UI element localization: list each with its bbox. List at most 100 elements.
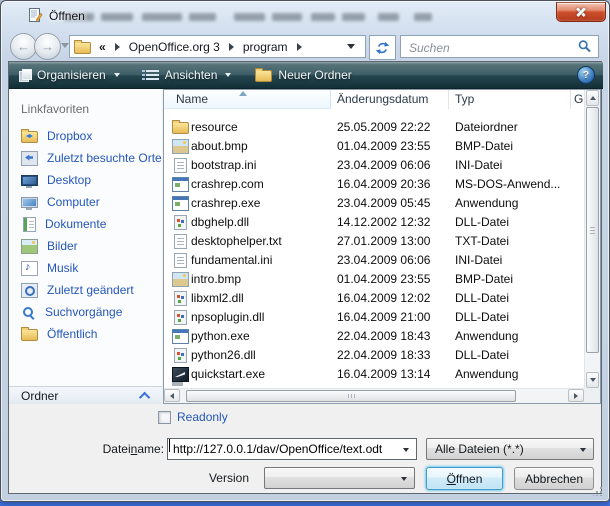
file-type-icon <box>174 348 187 363</box>
file-row[interactable]: crashrep.exe 23.04.2009 05:45 Anwendung <box>164 194 583 213</box>
sidebar-item-label: Zuletzt besuchte Orte <box>47 151 162 165</box>
column-header-type[interactable]: Typ <box>449 90 571 109</box>
search-box <box>400 35 599 58</box>
background-app-menu-blur <box>378 13 399 21</box>
filetype-combobox[interactable]: Alle Dateien (*.*) <box>426 438 594 460</box>
file-type-icon <box>172 177 189 192</box>
filename-combobox[interactable]: http://127.0.0.1/dav/OpenOffice/text.odt <box>167 438 417 460</box>
dropdown-arrow-icon <box>401 477 407 481</box>
search-input[interactable] <box>407 38 571 57</box>
vertical-scrollbar-thumb[interactable] <box>586 107 599 353</box>
address-breadcrumb-bar[interactable]: « OpenOffice.org 3 program <box>69 35 366 58</box>
new-folder-button[interactable]: Neuer Ordner <box>255 68 351 82</box>
breadcrumb-separator-icon <box>115 43 120 51</box>
refresh-icon <box>375 41 390 55</box>
version-combobox[interactable] <box>264 467 415 489</box>
folder-icon <box>74 42 91 54</box>
horizontal-scrollbar[interactable] <box>164 388 584 403</box>
sidebar-item[interactable]: Desktop <box>9 169 162 191</box>
file-row[interactable]: python.exe 22.04.2009 18:43 Anwendung <box>164 327 583 346</box>
column-header-date[interactable]: Änderungsdatum <box>331 90 449 109</box>
titlebar[interactable]: Öffnen <box>1 1 609 30</box>
refresh-button[interactable] <box>369 35 396 60</box>
sidebar-item[interactable]: Öffentlich <box>9 323 162 345</box>
dropdown-arrow-icon[interactable] <box>403 448 409 452</box>
scroll-down-button[interactable] <box>586 372 599 388</box>
sidebar-item-label: Zuletzt geändert <box>47 283 134 297</box>
file-row[interactable]: bootstrap.ini 23.04.2009 06:06 INI-Datei <box>164 156 583 175</box>
forward-button[interactable]: → <box>34 33 61 60</box>
resize-grip[interactable] <box>593 487 602 496</box>
file-row[interactable]: libxml2.dll 16.04.2009 12:02 DLL-Datei <box>164 289 583 308</box>
close-button[interactable] <box>556 2 606 22</box>
breadcrumb-item[interactable]: OpenOffice.org 3 <box>129 40 220 54</box>
help-icon: ? <box>583 70 589 81</box>
readonly-checkbox[interactable] <box>158 411 171 424</box>
horizontal-scrollbar-thumb[interactable] <box>186 390 516 402</box>
file-name: desktophelper.txt <box>191 234 282 248</box>
open-button[interactable]: Öffnen <box>426 467 503 490</box>
sidebar-item[interactable]: Dropbox <box>9 125 162 147</box>
recent-pages-dropdown-icon[interactable] <box>61 43 69 48</box>
help-button[interactable]: ? <box>577 66 595 84</box>
file-list-panel: Name Änderungsdatum Typ G resource 25.05… <box>163 89 601 404</box>
scroll-right-button[interactable] <box>568 389 584 402</box>
scroll-left-button[interactable] <box>164 389 180 402</box>
file-type-icon <box>172 367 189 382</box>
breadcrumb-overflow-chevron[interactable]: « <box>99 40 106 54</box>
file-type-icon <box>172 139 189 154</box>
column-header-size[interactable]: G <box>571 90 584 109</box>
file-modified-date: 01.04.2009 23:55 <box>337 272 430 286</box>
sidebar-item[interactable]: Zuletzt besuchte Orte <box>9 147 162 169</box>
file-modified-date: 22.04.2009 18:43 <box>337 329 430 343</box>
file-row[interactable]: python26.dll 22.04.2009 18:33 DLL-Datei <box>164 346 583 365</box>
file-row[interactable]: crashrep.com 16.04.2009 20:36 MS-DOS-Anw… <box>164 175 583 194</box>
sidebar-item-label: Computer <box>47 195 100 209</box>
partially-visible-row <box>172 382 183 386</box>
organize-button[interactable]: Organisieren <box>19 68 120 82</box>
back-button[interactable]: ← <box>10 33 37 60</box>
sidebar-item-icon <box>21 329 38 341</box>
file-row[interactable]: about.bmp 01.04.2009 23:55 BMP-Datei <box>164 137 583 156</box>
sidebar-item[interactable]: Computer <box>9 191 162 213</box>
folders-label: Ordner <box>21 389 58 403</box>
file-row[interactable]: intro.bmp 01.04.2009 23:55 BMP-Datei <box>164 270 583 289</box>
sidebar-item[interactable]: Bilder <box>9 235 162 257</box>
sidebar-item[interactable]: Musik <box>9 257 162 279</box>
folders-expander[interactable]: Ordner <box>9 386 162 404</box>
file-row[interactable]: desktophelper.txt 27.01.2009 13:00 TXT-D… <box>164 232 583 251</box>
file-name: resource <box>191 120 238 134</box>
file-modified-date: 23.04.2009 05:45 <box>337 196 430 210</box>
search-icon[interactable] <box>577 39 593 55</box>
breadcrumb-item[interactable]: program <box>243 40 288 54</box>
views-button[interactable]: Ansichten <box>146 68 232 82</box>
file-type-icon <box>174 234 187 249</box>
breadcrumb-separator-icon[interactable] <box>297 43 302 51</box>
dropdown-arrow-icon <box>580 448 586 452</box>
sidebar-item[interactable]: Dokumente <box>9 213 162 235</box>
file-type-icon <box>174 253 187 268</box>
file-type-icon <box>172 122 189 134</box>
address-dropdown-icon[interactable] <box>347 44 355 49</box>
sidebar-item-icon <box>21 239 38 254</box>
cancel-button[interactable]: Abbrechen <box>514 467 594 490</box>
sidebar-item-label: Bilder <box>47 239 78 253</box>
file-row[interactable]: fundamental.ini 23.04.2009 06:06 INI-Dat… <box>164 251 583 270</box>
column-header-name[interactable]: Name <box>164 90 331 109</box>
new-folder-label: Neuer Ordner <box>278 68 351 82</box>
file-row[interactable]: dbghelp.dll 14.12.2002 12:32 DLL-Datei <box>164 213 583 232</box>
file-type: DLL-Datei <box>455 215 509 229</box>
file-row[interactable]: resource 25.05.2009 22:22 Dateiordner <box>164 118 583 137</box>
file-modified-date: 23.04.2009 06:06 <box>337 253 430 267</box>
file-row[interactable]: quickstart.exe 16.04.2009 13:14 Anwendun… <box>164 365 583 384</box>
vertical-scrollbar[interactable] <box>584 90 600 388</box>
file-row[interactable]: npsoplugin.dll 16.04.2009 21:00 DLL-Date… <box>164 308 583 327</box>
filename-value[interactable]: http://127.0.0.1/dav/OpenOffice/text.odt <box>173 442 382 456</box>
breadcrumb-separator-icon[interactable] <box>229 43 234 51</box>
arrow-down-icon <box>590 378 596 382</box>
sidebar-item-icon <box>21 151 38 166</box>
sidebar-item[interactable]: Zuletzt geändert <box>9 279 162 301</box>
scroll-up-button[interactable] <box>586 90 599 106</box>
sidebar-item[interactable]: Suchvorgänge <box>9 301 162 323</box>
background-app-menu-blur <box>142 13 182 21</box>
